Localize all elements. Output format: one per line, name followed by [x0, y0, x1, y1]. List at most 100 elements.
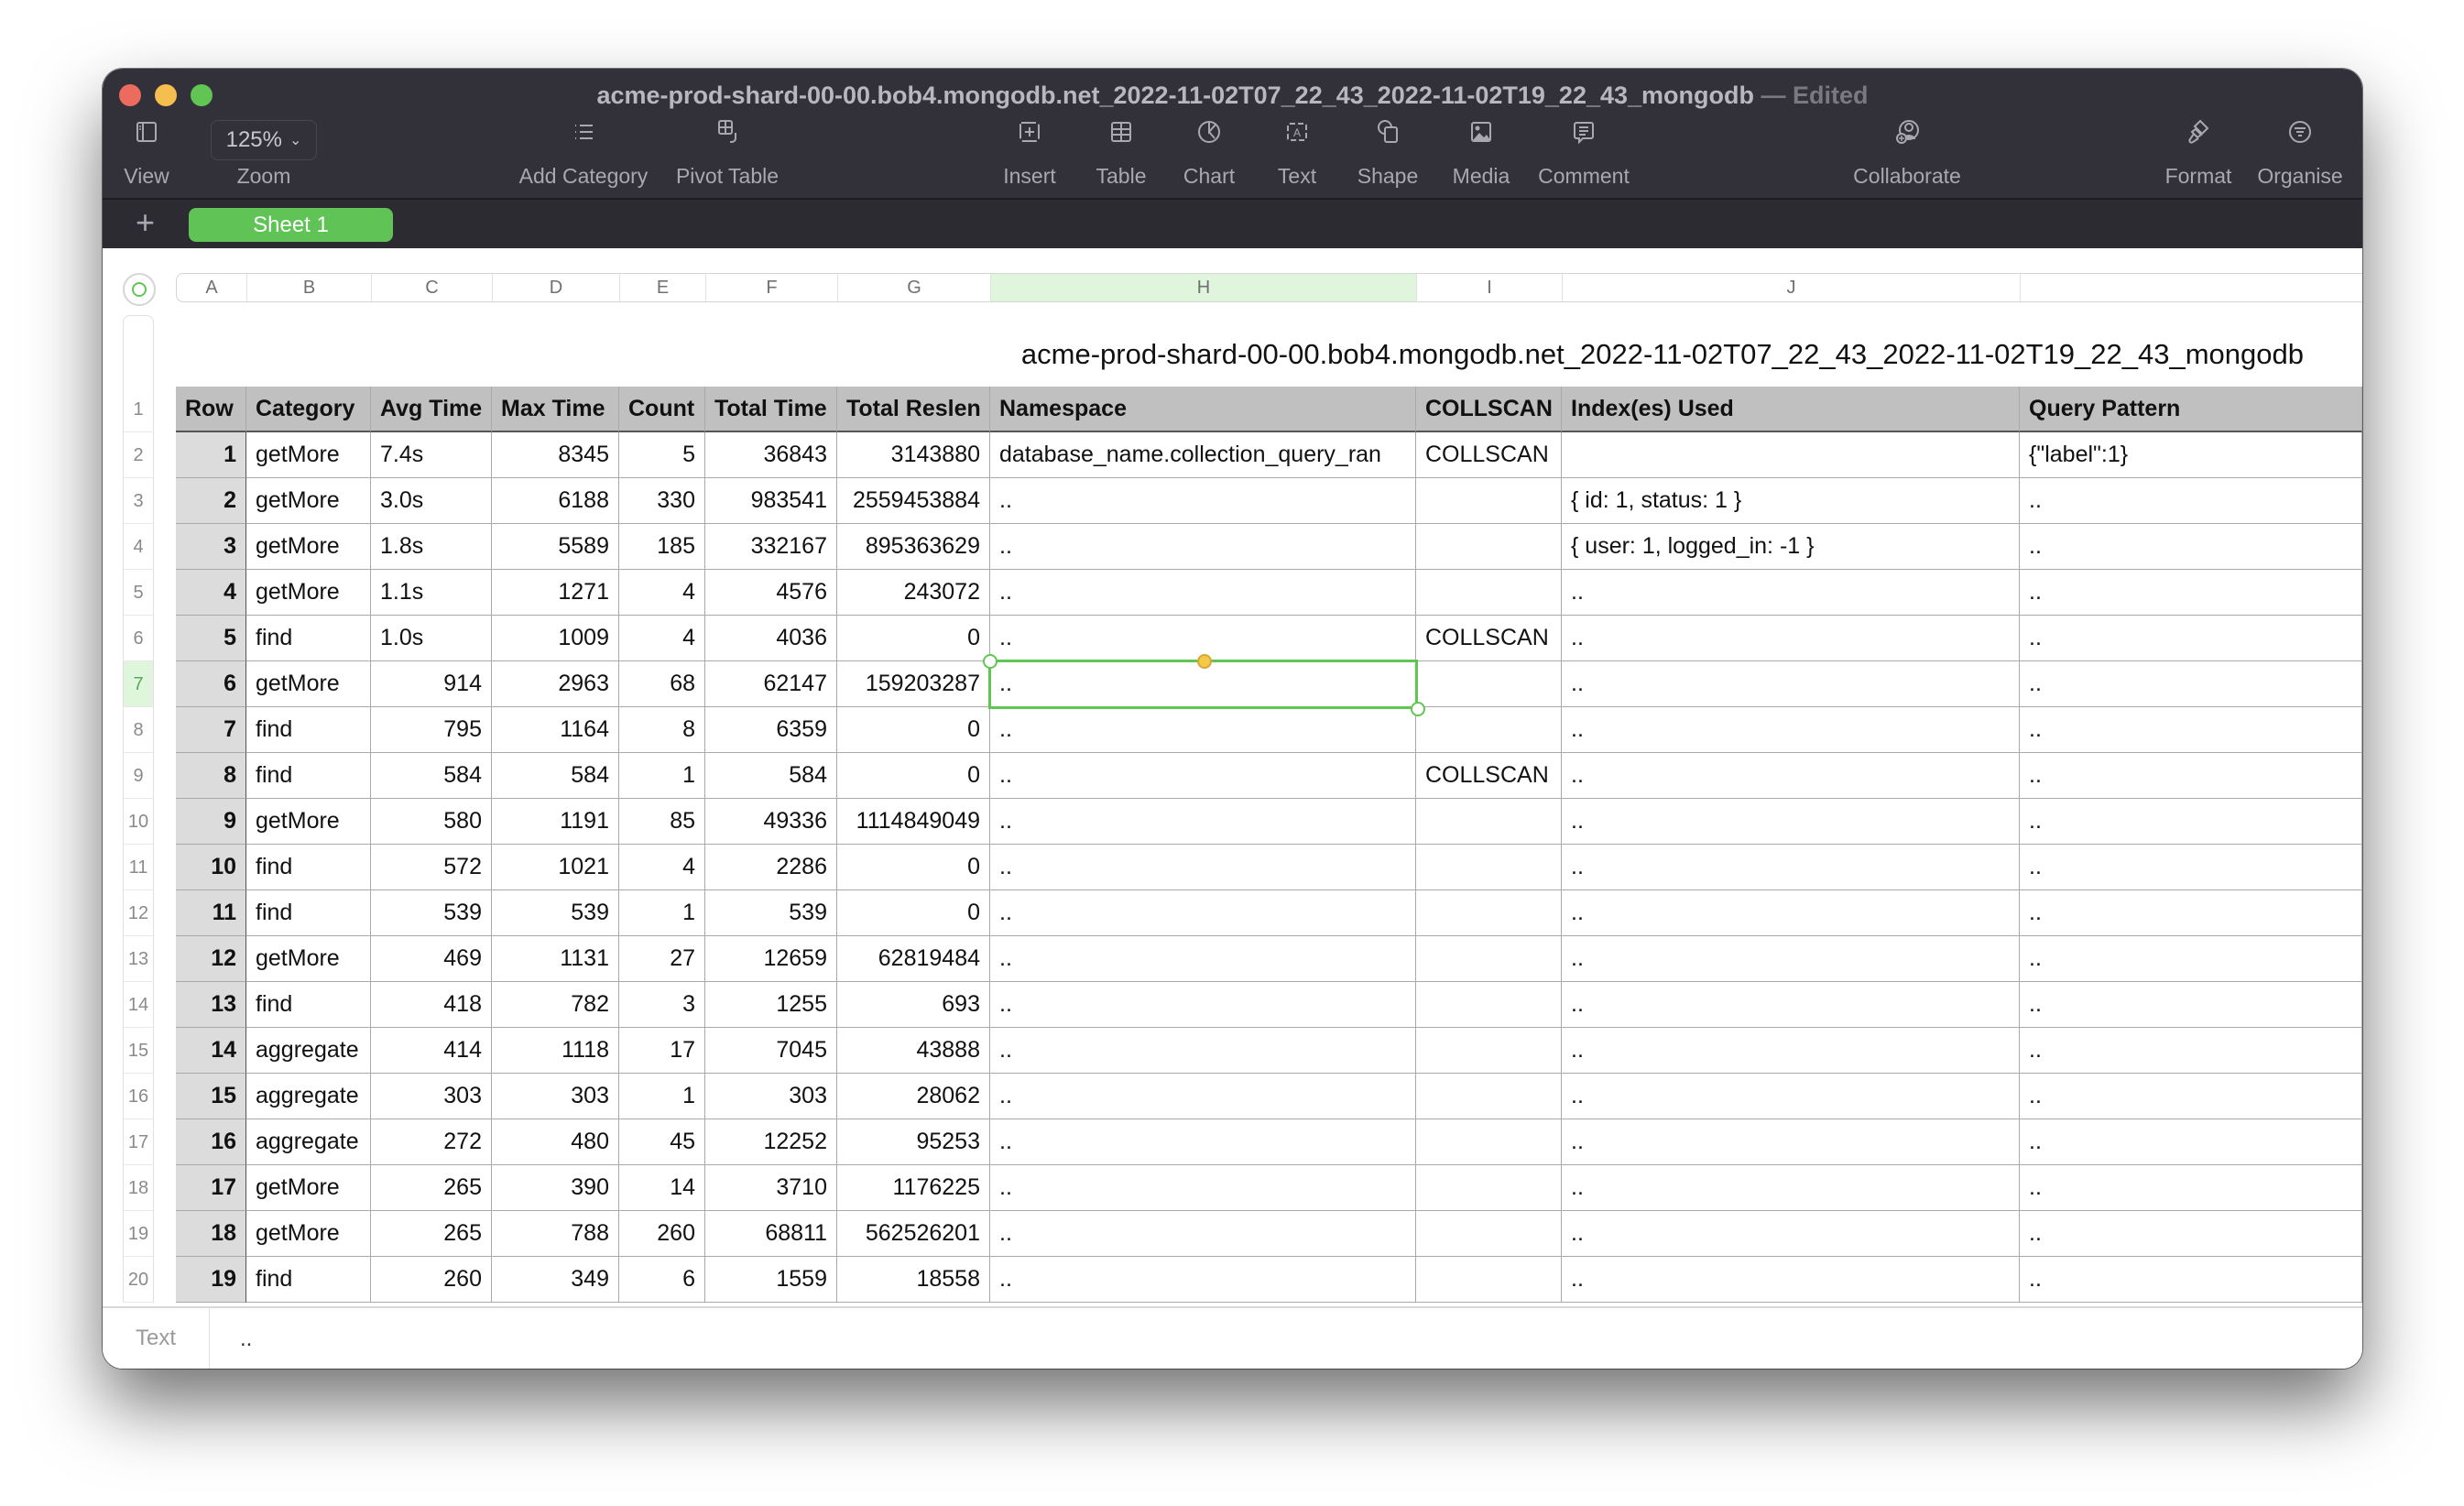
media-button[interactable]: Media: [1442, 116, 1521, 190]
table-cell[interactable]: ..: [2020, 982, 2362, 1028]
table-cell[interactable]: 68: [619, 661, 705, 707]
table-cell[interactable]: 0: [837, 845, 990, 890]
table-cell[interactable]: 0: [837, 616, 990, 661]
table-cell[interactable]: 4036: [705, 616, 837, 661]
row-header-20[interactable]: 20: [123, 1257, 154, 1303]
column-header-b[interactable]: B: [247, 274, 372, 301]
row-header-16[interactable]: 16: [123, 1074, 154, 1119]
table-cell[interactable]: 159203287: [837, 661, 990, 707]
table-cell[interactable]: [1416, 1257, 1562, 1303]
table-cell[interactable]: 539: [492, 890, 619, 936]
column-header-d[interactable]: D: [493, 274, 620, 301]
row-id-cell[interactable]: 6: [176, 661, 246, 707]
table-cell[interactable]: 1164: [492, 707, 619, 753]
table-cell[interactable]: find: [246, 753, 371, 799]
row-header-9[interactable]: 9: [123, 753, 154, 799]
table-cell[interactable]: aggregate: [246, 1028, 371, 1074]
table-cell[interactable]: ..: [2020, 799, 2362, 845]
row-header-5[interactable]: 5: [123, 570, 154, 616]
table-cell[interactable]: ..: [1562, 936, 2020, 982]
table-cell[interactable]: 1191: [492, 799, 619, 845]
table-cell[interactable]: database_name.collection_query_ran: [990, 432, 1416, 478]
table-cell[interactable]: 265: [371, 1211, 492, 1257]
table-cell[interactable]: { user: 1, logged_in: -1 }: [1562, 524, 2020, 570]
row-id-cell[interactable]: 15: [176, 1074, 246, 1119]
row-header-14[interactable]: 14: [123, 982, 154, 1028]
table-cell[interactable]: 782: [492, 982, 619, 1028]
row-header-6[interactable]: 6: [123, 616, 154, 661]
table-cell[interactable]: ..: [2020, 478, 2362, 524]
table-cell[interactable]: aggregate: [246, 1074, 371, 1119]
row-id-cell[interactable]: 18: [176, 1211, 246, 1257]
table-cell[interactable]: 2963: [492, 661, 619, 707]
table-button[interactable]: Table: [1085, 116, 1158, 190]
table-cell[interactable]: [1416, 1165, 1562, 1211]
table-cell[interactable]: 0: [837, 753, 990, 799]
header-cell[interactable]: Namespace: [990, 387, 1416, 432]
selection-handle-tl[interactable]: [983, 654, 998, 669]
table-cell[interactable]: ..: [2020, 1028, 2362, 1074]
table-cell[interactable]: 1.0s: [371, 616, 492, 661]
table-cell[interactable]: 539: [371, 890, 492, 936]
comment-button[interactable]: Comment: [1530, 116, 1638, 190]
table-cell[interactable]: ..: [1562, 616, 2020, 661]
table-cell[interactable]: ..: [990, 1257, 1416, 1303]
header-cell[interactable]: Row: [176, 387, 246, 432]
table-cell[interactable]: ..: [1562, 799, 2020, 845]
selection-handle-br[interactable]: [1411, 702, 1425, 716]
table-cell[interactable]: ..: [1562, 845, 2020, 890]
table-cell[interactable]: [1416, 707, 1562, 753]
table-cell[interactable]: COLLSCAN: [1416, 753, 1562, 799]
table-cell[interactable]: ..: [990, 1165, 1416, 1211]
table-cell[interactable]: 36843: [705, 432, 837, 478]
table-cell[interactable]: 1.1s: [371, 570, 492, 616]
table-cell[interactable]: 1021: [492, 845, 619, 890]
table-cell[interactable]: COLLSCAN: [1416, 616, 1562, 661]
table-cell[interactable]: ..: [990, 524, 1416, 570]
table-cell[interactable]: 1009: [492, 616, 619, 661]
table-cell[interactable]: 3710: [705, 1165, 837, 1211]
table-cell[interactable]: ..: [1562, 1211, 2020, 1257]
table-cell[interactable]: ..: [1562, 890, 2020, 936]
column-header-h[interactable]: H: [991, 274, 1417, 301]
table-cell[interactable]: 584: [371, 753, 492, 799]
table-cell[interactable]: find: [246, 616, 371, 661]
table-cell[interactable]: 7045: [705, 1028, 837, 1074]
table-cell[interactable]: 469: [371, 936, 492, 982]
table-cell[interactable]: getMore: [246, 1211, 371, 1257]
table-cell[interactable]: ..: [1562, 570, 2020, 616]
table-cell[interactable]: [1416, 1074, 1562, 1119]
table-cell[interactable]: find: [246, 890, 371, 936]
table-cell[interactable]: ..: [2020, 753, 2362, 799]
table-cell[interactable]: 95253: [837, 1119, 990, 1165]
table-cell[interactable]: 12659: [705, 936, 837, 982]
table-cell[interactable]: 1131: [492, 936, 619, 982]
table-cell[interactable]: [1416, 478, 1562, 524]
table-cell[interactable]: ..: [1562, 707, 2020, 753]
row-id-cell[interactable]: 4: [176, 570, 246, 616]
table-cell[interactable]: 4: [619, 845, 705, 890]
table-cell[interactable]: 62147: [705, 661, 837, 707]
table-cell[interactable]: ..: [2020, 1257, 2362, 1303]
table-cell[interactable]: [1416, 524, 1562, 570]
header-cell[interactable]: Total Time: [705, 387, 837, 432]
row-id-cell[interactable]: 9: [176, 799, 246, 845]
table-cell[interactable]: 1176225: [837, 1165, 990, 1211]
row-header-18[interactable]: 18: [123, 1165, 154, 1211]
row-header-1[interactable]: 1: [123, 387, 154, 432]
column-header-e[interactable]: E: [620, 274, 706, 301]
table-cell[interactable]: 7.4s: [371, 432, 492, 478]
row-id-cell[interactable]: 17: [176, 1165, 246, 1211]
header-cell[interactable]: Query Pattern: [2020, 387, 2362, 432]
tab-sheet-1[interactable]: Sheet 1: [189, 208, 393, 242]
table-cell[interactable]: {"label":1}: [2020, 432, 2362, 478]
table-cell[interactable]: 43888: [837, 1028, 990, 1074]
shape-button[interactable]: Shape: [1346, 116, 1429, 190]
table-cell[interactable]: 5589: [492, 524, 619, 570]
table-cell[interactable]: ..: [2020, 936, 2362, 982]
row-id-cell[interactable]: 13: [176, 982, 246, 1028]
row-id-cell[interactable]: 14: [176, 1028, 246, 1074]
table-cell[interactable]: getMore: [246, 524, 371, 570]
table-cell[interactable]: ..: [1562, 1165, 2020, 1211]
row-header-11[interactable]: 11: [123, 845, 154, 890]
